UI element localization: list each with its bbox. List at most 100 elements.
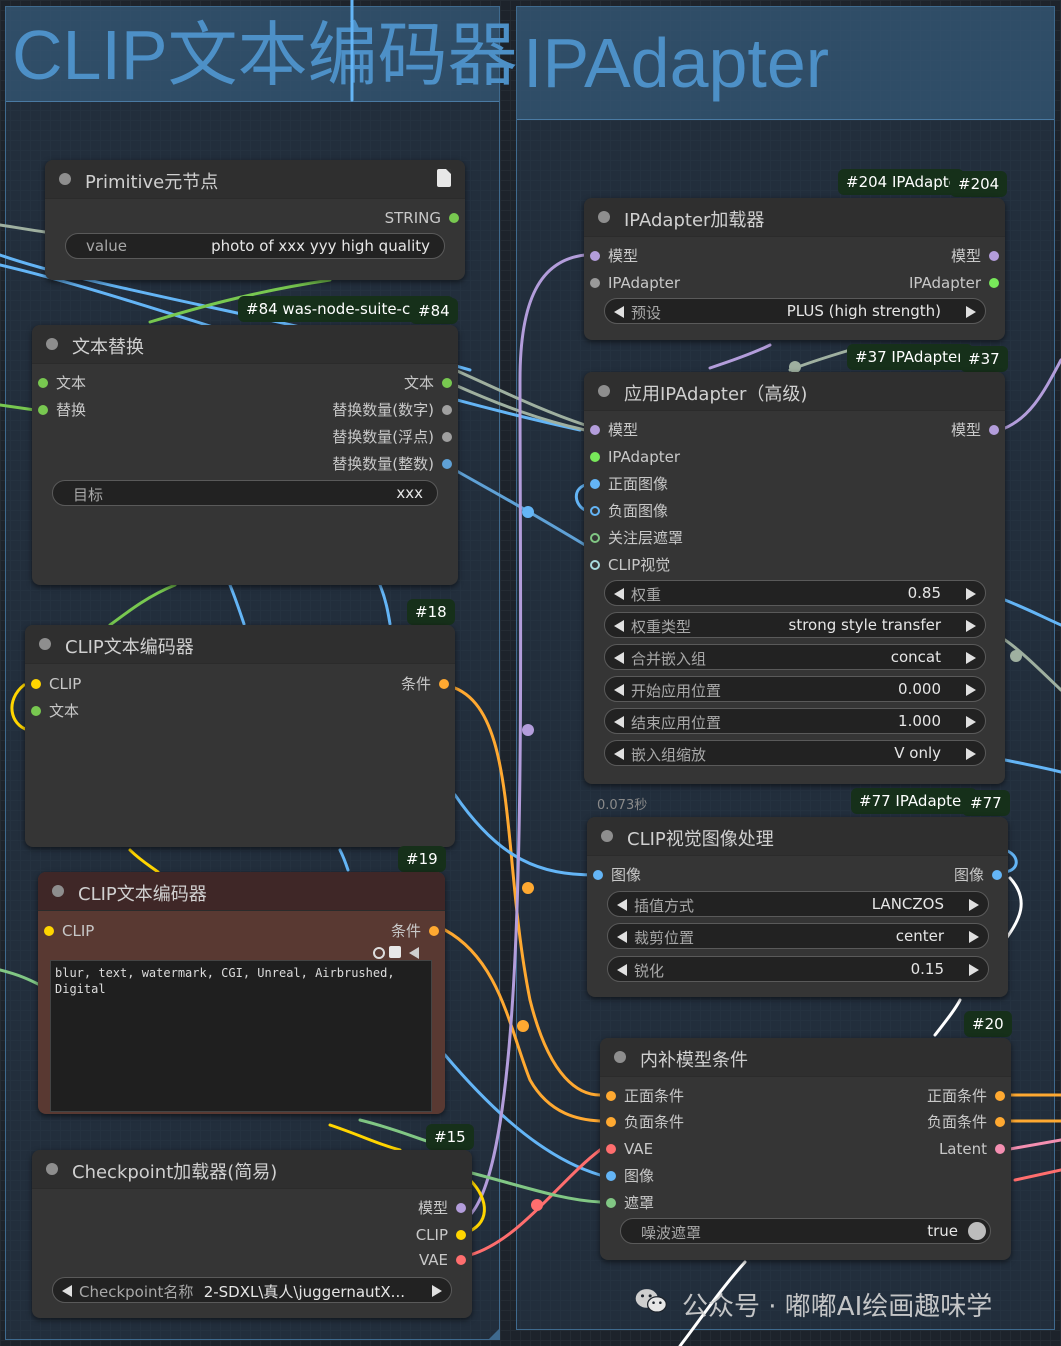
- arrow-right-icon[interactable]: [969, 964, 979, 976]
- pin-icon[interactable]: [31, 706, 41, 716]
- pin-icon[interactable]: [590, 425, 600, 435]
- interpolation-combo[interactable]: 插值方式 LANCZOS: [607, 891, 989, 917]
- toggle-knob-icon[interactable]: [968, 1222, 986, 1240]
- output-model[interactable]: 模型: [418, 1198, 472, 1218]
- collapse-dot[interactable]: [614, 1051, 626, 1063]
- speaker-icon[interactable]: [409, 947, 419, 959]
- arrow-left-icon[interactable]: [614, 684, 624, 696]
- arrow-left-icon[interactable]: [614, 652, 624, 664]
- pin-icon[interactable]: [606, 1091, 616, 1101]
- collapse-dot[interactable]: [46, 1163, 58, 1175]
- pin-icon[interactable]: [992, 870, 1002, 880]
- end-at-slider[interactable]: 结束应用位置 1.000: [604, 708, 986, 734]
- arrow-right-icon[interactable]: [966, 748, 976, 760]
- input-attn-mask[interactable]: 关注层遮罩: [584, 528, 683, 548]
- document-icon[interactable]: [437, 169, 451, 187]
- node-inpaint-conditioning[interactable]: 内补模型条件 正面条件 负面条件 VAE 图像 遮罩 正面条件 负面条件 Lat…: [600, 1038, 1011, 1260]
- node-apply-ipadapter-header[interactable]: 应用IPAdapter（高级): [584, 372, 1005, 411]
- arrow-right-icon[interactable]: [966, 684, 976, 696]
- arrow-left-icon[interactable]: [614, 306, 624, 318]
- pin-icon[interactable]: [38, 405, 48, 415]
- node-inpaint-header[interactable]: 内补模型条件: [600, 1038, 1011, 1077]
- input-model[interactable]: 模型: [584, 246, 638, 266]
- output-conditioning[interactable]: 条件: [401, 674, 455, 694]
- node-clip-encode-negative[interactable]: CLIP文本编码器 CLIP 条件 blur, text, watermark,…: [38, 872, 445, 1114]
- pin-icon[interactable]: [606, 1117, 616, 1127]
- collapse-dot[interactable]: [598, 385, 610, 397]
- arrow-right-icon[interactable]: [966, 716, 976, 728]
- node-apply-ipadapter[interactable]: 应用IPAdapter（高级) 模型 IPAdapter 正面图像 负面图像 关…: [584, 372, 1005, 784]
- pin-icon[interactable]: [590, 251, 600, 261]
- arrow-right-icon[interactable]: [969, 899, 979, 911]
- input-clip[interactable]: CLIP: [38, 921, 94, 941]
- arrow-right-icon[interactable]: [432, 1285, 442, 1297]
- arrow-right-icon[interactable]: [966, 306, 976, 318]
- sharpening-slider[interactable]: 锐化 0.15: [607, 956, 989, 982]
- pin-icon[interactable]: [995, 1117, 1005, 1127]
- arrow-right-icon[interactable]: [966, 652, 976, 664]
- input-negative[interactable]: 负面条件: [600, 1112, 684, 1132]
- collapse-dot[interactable]: [598, 211, 610, 223]
- pin-icon[interactable]: [38, 378, 48, 388]
- input-vae[interactable]: VAE: [600, 1139, 653, 1159]
- input-clip-vision[interactable]: CLIP视觉: [584, 555, 670, 575]
- output-latent[interactable]: Latent: [939, 1139, 1011, 1159]
- value-widget[interactable]: value photo of xxx yyy high quality: [65, 233, 445, 259]
- arrow-left-icon[interactable]: [614, 620, 624, 632]
- output-positive[interactable]: 正面条件: [927, 1086, 1011, 1106]
- crop-position-combo[interactable]: 裁剪位置 center: [607, 923, 989, 949]
- arrow-right-icon[interactable]: [966, 588, 976, 600]
- output-vae[interactable]: VAE: [419, 1250, 472, 1270]
- pin-icon[interactable]: [606, 1171, 616, 1181]
- input-negative-image[interactable]: 负面图像: [584, 501, 668, 521]
- output-conditioning[interactable]: 条件: [391, 921, 445, 941]
- combine-embeds-combo[interactable]: 合并嵌入组 concat: [604, 644, 986, 670]
- arrow-left-icon[interactable]: [617, 931, 627, 943]
- collapse-dot[interactable]: [46, 338, 58, 350]
- output-model[interactable]: 模型: [951, 246, 1005, 266]
- arrow-left-icon[interactable]: [617, 899, 627, 911]
- pin-icon[interactable]: [606, 1144, 616, 1154]
- pin-icon[interactable]: [590, 479, 600, 489]
- pin-icon[interactable]: [590, 506, 600, 516]
- node-clip-encode-negative-header[interactable]: CLIP文本编码器: [38, 872, 445, 911]
- output-image[interactable]: 图像: [954, 865, 1008, 885]
- node-clip-encode-positive[interactable]: CLIP文本编码器 CLIP 文本 条件: [25, 625, 455, 847]
- node-text-replace[interactable]: 文本替换 文本 替换 文本 替换数量(数字) 替换数量(浮点) 替换数量(整数)…: [32, 325, 458, 585]
- pin-icon[interactable]: [989, 251, 999, 261]
- node-primitive[interactable]: Primitive元节点 STRING value photo of xxx y…: [45, 160, 465, 280]
- input-text[interactable]: 文本: [25, 701, 79, 721]
- input-positive-image[interactable]: 正面图像: [584, 474, 668, 494]
- weight-type-combo[interactable]: 权重类型 strong style transfer: [604, 612, 986, 638]
- arrow-left-icon[interactable]: [614, 748, 624, 760]
- node-primitive-header[interactable]: Primitive元节点: [45, 160, 465, 199]
- arrow-left-icon[interactable]: [614, 716, 624, 728]
- pin-icon[interactable]: [439, 679, 449, 689]
- arrow-right-icon[interactable]: [966, 620, 976, 632]
- pin-icon[interactable]: [590, 278, 600, 288]
- start-at-slider[interactable]: 开始应用位置 0.000: [604, 676, 986, 702]
- output-count-float[interactable]: 替换数量(浮点): [332, 427, 458, 447]
- noise-mask-toggle[interactable]: 噪波遮罩 true: [620, 1218, 991, 1244]
- arrow-right-icon[interactable]: [969, 931, 979, 943]
- pin-icon[interactable]: [31, 679, 41, 689]
- pin-icon[interactable]: [606, 1198, 616, 1208]
- node-clip-vision-prep-header[interactable]: CLIP视觉图像处理: [587, 817, 1008, 856]
- node-checkpoint-loader[interactable]: Checkpoint加载器(简易) 模型 CLIP VAE Checkpoint…: [32, 1150, 472, 1318]
- collapse-dot[interactable]: [39, 638, 51, 650]
- circle-icon[interactable]: [373, 947, 385, 959]
- output-model[interactable]: 模型: [951, 420, 1005, 440]
- input-ipadapter[interactable]: IPAdapter: [584, 447, 680, 467]
- pin-icon[interactable]: [442, 459, 452, 469]
- node-ipadapter-loader-header[interactable]: IPAdapter加载器: [584, 198, 1005, 237]
- input-ipadapter[interactable]: IPAdapter: [584, 273, 680, 293]
- output-count-number[interactable]: 替换数量(数字): [332, 400, 458, 420]
- pin-icon[interactable]: [995, 1144, 1005, 1154]
- output-string[interactable]: STRING: [385, 208, 465, 228]
- pin-icon[interactable]: [593, 870, 603, 880]
- output-text[interactable]: 文本: [404, 373, 458, 393]
- pin-icon[interactable]: [44, 926, 54, 936]
- weight-slider[interactable]: 权重 0.85: [604, 580, 986, 606]
- check-icon[interactable]: [389, 946, 401, 958]
- embeds-scaling-combo[interactable]: 嵌入组缩放 V only: [604, 740, 986, 766]
